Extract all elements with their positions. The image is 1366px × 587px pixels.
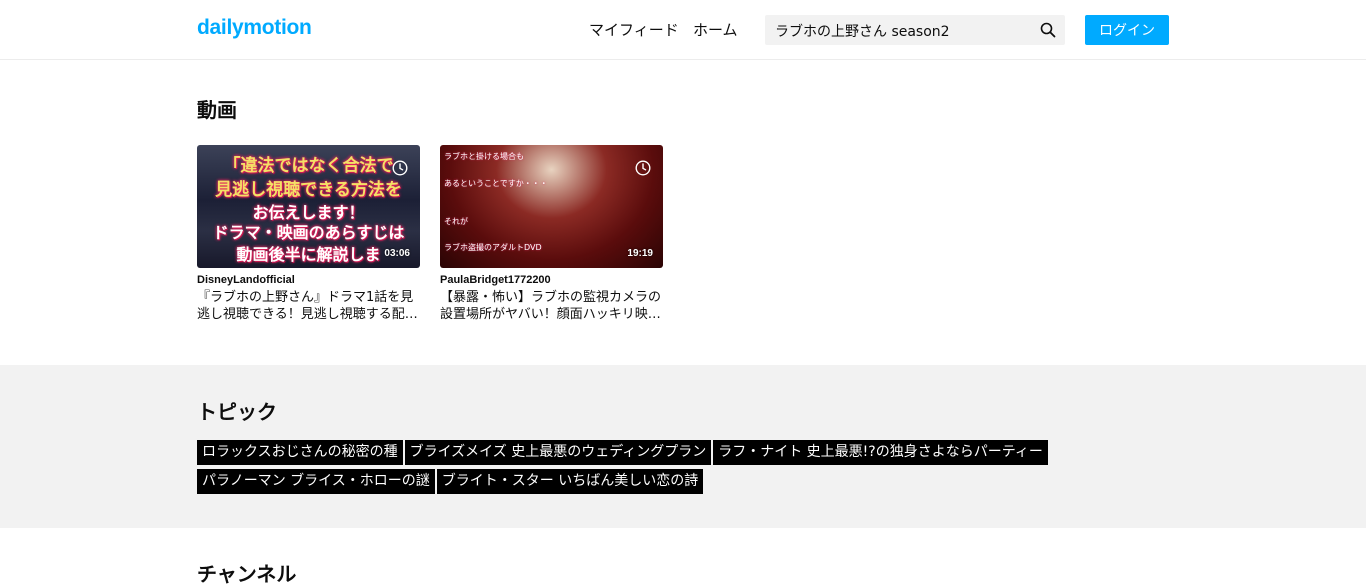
dailymotion-logo[interactable]: dailymotion xyxy=(197,16,312,40)
topics-heading: トピック xyxy=(197,400,277,424)
thumbnail-caption: ラブホと掛ける場合も xyxy=(444,152,524,161)
thumbnail-caption: 「違法ではなく合法で xyxy=(223,156,394,176)
thumbnail-caption: ドラマ・映画のあらすじは xyxy=(212,223,405,242)
watch-later-icon[interactable] xyxy=(635,160,651,176)
search-input[interactable]: ラブホの上野さん season2 xyxy=(775,21,950,41)
thumbnail-caption: あるということですか・・・ xyxy=(444,179,548,188)
videos-heading: 動画 xyxy=(197,98,237,122)
topic-chip[interactable]: ラフ・ナイト 史上最悪!?の独身さよならパーティー xyxy=(713,440,1048,465)
video-thumbnail[interactable]: ラブホと掛ける場合も あるということですか・・・ それが ラブホ盗撮のアダルトD… xyxy=(440,145,663,268)
search-box[interactable]: ラブホの上野さん season2 xyxy=(765,15,1065,45)
thumbnail-caption: ラブホ盗撮のアダルトDVD xyxy=(444,243,542,252)
video-card[interactable]: ラブホと掛ける場合も あるということですか・・・ それが ラブホ盗撮のアダルトD… xyxy=(440,145,663,323)
thumbnail-caption: 見逃し視聴できる方法を xyxy=(215,180,402,200)
channel-name[interactable]: PaulaBridget1772200 xyxy=(440,274,663,286)
top-header: dailymotion マイフィード ホーム ラブホの上野さん season2 … xyxy=(0,0,1366,60)
topic-chip[interactable]: パラノーマン ブライス・ホローの謎 xyxy=(197,469,435,494)
video-card[interactable]: 「違法ではなく合法で 見逃し視聴できる方法を お伝えします！ ドラマ・映画のあら… xyxy=(197,145,420,323)
topic-chip[interactable]: ブライト・スター いちばん美しい恋の詩 xyxy=(436,469,704,494)
video-title[interactable]: 『ラブホの上野さん』ドラマ1話を見逃し視聴できる！見逃し視聴する配… xyxy=(197,289,420,323)
topic-chip[interactable]: ロラックスおじさんの秘密の種 xyxy=(197,440,403,465)
video-title[interactable]: 【暴露・怖い】ラブホの監視カメラの設置場所がヤバい！顔面ハッキリ映… xyxy=(440,289,663,323)
watch-later-icon[interactable] xyxy=(392,160,408,176)
video-duration: 19:19 xyxy=(627,248,653,259)
nav-home[interactable]: ホーム xyxy=(693,19,738,40)
video-thumbnail[interactable]: 「違法ではなく合法で 見逃し視聴できる方法を お伝えします！ ドラマ・映画のあら… xyxy=(197,145,420,268)
search-icon[interactable] xyxy=(1040,22,1056,38)
thumbnail-caption: それが xyxy=(444,217,468,226)
login-button[interactable]: ログイン xyxy=(1085,15,1169,45)
thumbnail-caption: 動画後半に解説しま xyxy=(236,245,381,264)
video-duration: 03:06 xyxy=(384,248,410,259)
topic-chip-list: ロラックスおじさんの秘密の種 ブライズメイズ 史上最悪のウェディングプラン ラフ・ナ… xyxy=(197,440,1077,498)
channels-heading: チャンネル xyxy=(197,562,297,586)
topic-chip[interactable]: ブライズメイズ 史上最悪のウェディングプラン xyxy=(404,440,712,465)
nav-my-feed[interactable]: マイフィード xyxy=(589,19,679,40)
channel-name[interactable]: DisneyLandofficial xyxy=(197,274,420,286)
